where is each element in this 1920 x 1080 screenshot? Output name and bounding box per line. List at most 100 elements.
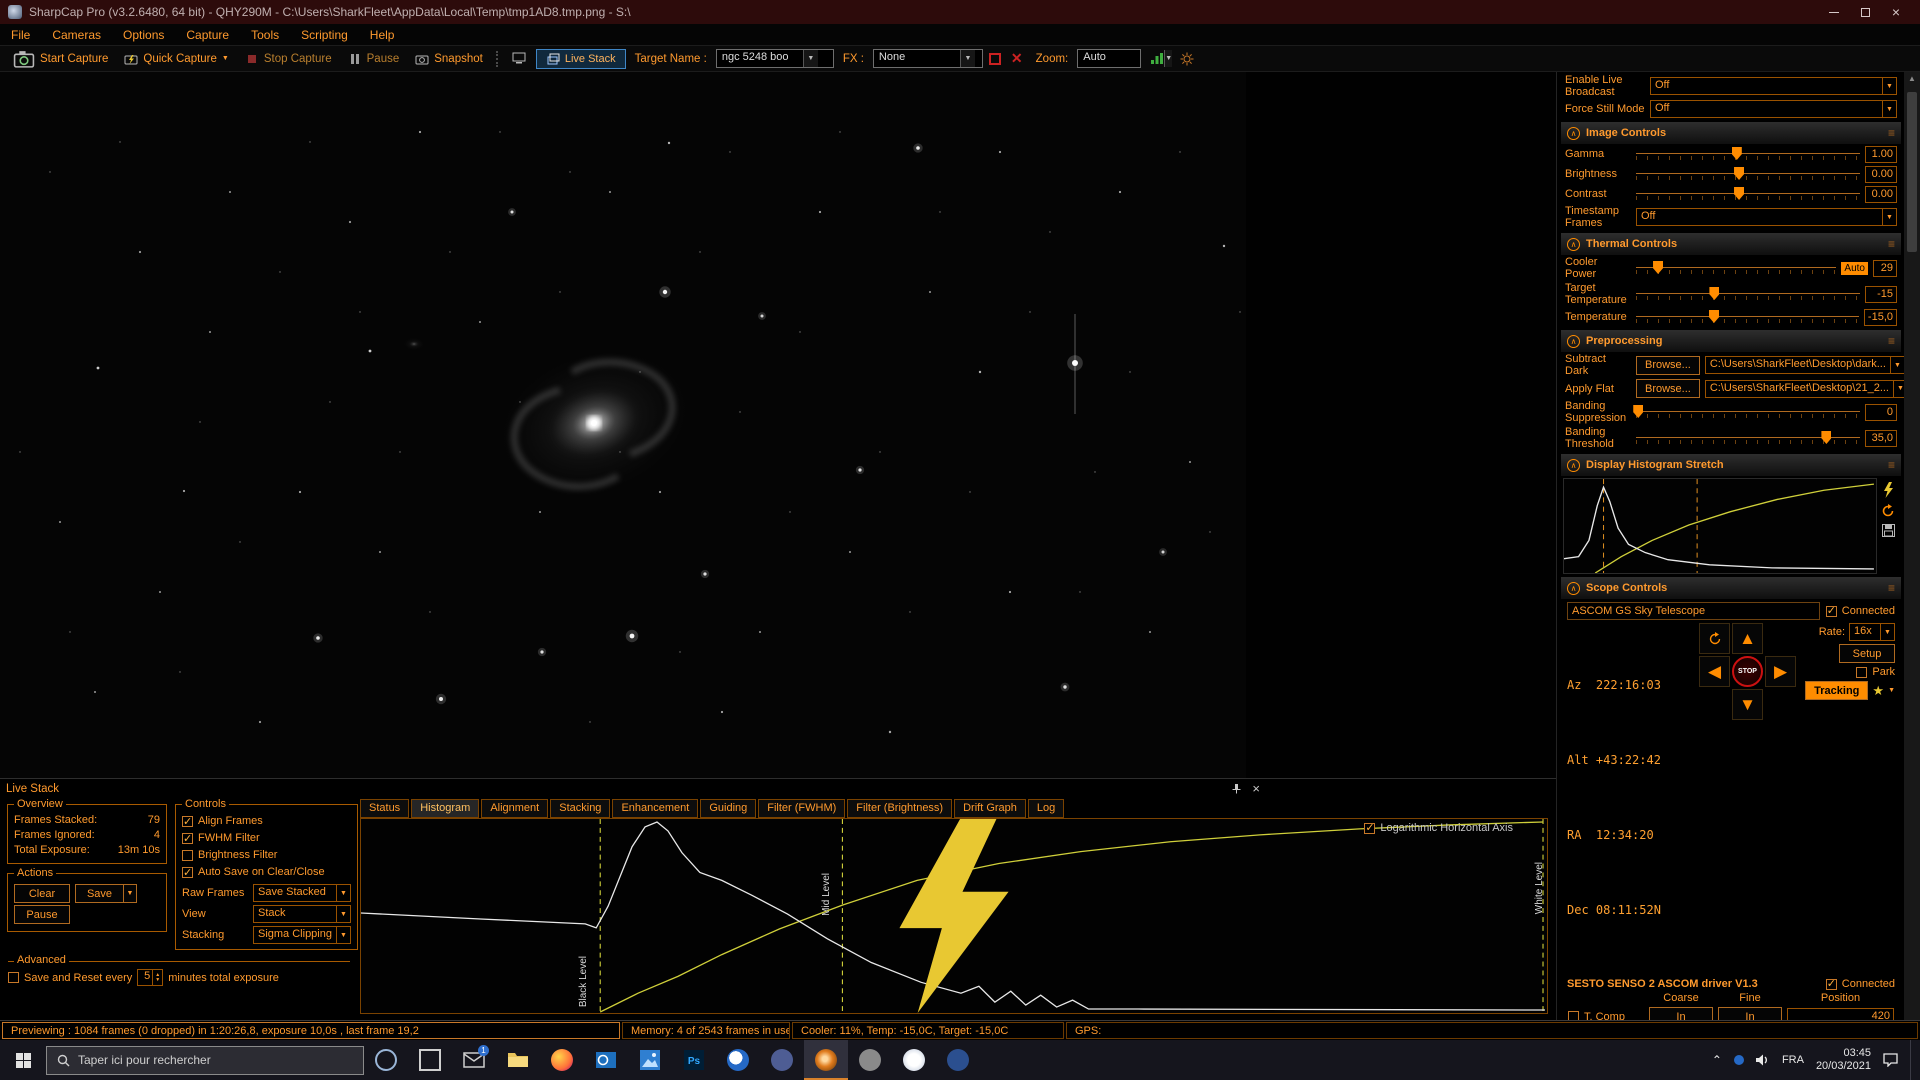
tab-filter-brightness[interactable]: Filter (Brightness): [847, 799, 952, 818]
slew-right-button[interactable]: ▶: [1765, 656, 1796, 687]
taskbar-app-sharpcap[interactable]: [804, 1040, 848, 1080]
collapse-icon[interactable]: ∧: [1567, 335, 1580, 348]
rate-select[interactable]: 16x▼: [1849, 623, 1895, 641]
brightness-slider[interactable]: [1636, 165, 1860, 183]
start-capture-button[interactable]: Start Capture: [6, 46, 115, 72]
taskbar-app-file-explorer[interactable]: [496, 1040, 540, 1080]
taskbar-app-stellarium[interactable]: [892, 1040, 936, 1080]
taskbar-app-vlc[interactable]: [848, 1040, 892, 1080]
target-temperature-value[interactable]: -15: [1865, 286, 1897, 303]
auto-save-checkbox[interactable]: Auto Save on Clear/Close: [182, 864, 351, 881]
pin-icon[interactable]: [1231, 783, 1242, 794]
action-center-icon[interactable]: [1883, 1053, 1898, 1067]
save-button[interactable]: Save ▼: [75, 884, 137, 903]
chevron-down-icon[interactable]: ▼: [1888, 687, 1895, 694]
tab-stacking[interactable]: Stacking: [550, 799, 610, 818]
collapse-icon[interactable]: ∧: [1567, 459, 1580, 472]
pause-stack-button[interactable]: Pause: [14, 905, 70, 924]
menu-cameras[interactable]: Cameras: [41, 28, 112, 42]
scrollbar-thumb[interactable]: [1907, 92, 1917, 252]
close-dock-icon[interactable]: ×: [1252, 784, 1260, 794]
scroll-up-icon[interactable]: ▲: [1908, 72, 1916, 86]
chevron-down-icon[interactable]: ▼: [803, 50, 818, 67]
subtract-dark-path-select[interactable]: C:\Users\SharkFleet\Desktop\dark...▼: [1705, 356, 1904, 374]
pause-button[interactable]: Pause: [341, 50, 407, 68]
goto-star-icon[interactable]: ★: [1872, 683, 1884, 699]
collapse-icon[interactable]: ∧: [1567, 127, 1580, 140]
snapshot-button[interactable]: Snapshot: [408, 50, 490, 68]
tab-histogram[interactable]: Histogram: [411, 799, 479, 818]
tab-log[interactable]: Log: [1028, 799, 1064, 818]
taskbar-clock[interactable]: 03:45 20/03/2021: [1816, 1047, 1871, 1073]
cooler-power-slider[interactable]: [1636, 259, 1836, 277]
display-histogram-stretch[interactable]: [1563, 478, 1899, 574]
maximize-button[interactable]: [1861, 8, 1870, 17]
gamma-slider[interactable]: [1636, 145, 1860, 163]
taskbar-app-discord[interactable]: [760, 1040, 804, 1080]
scope-controls-header[interactable]: ∧ Scope Controls ≡: [1561, 577, 1901, 599]
save-reset-checkbox[interactable]: [8, 972, 19, 983]
taskbar-app-photos[interactable]: [628, 1040, 672, 1080]
clear-selection-icon[interactable]: ✕: [1011, 50, 1023, 67]
section-menu-icon[interactable]: ≡: [1888, 334, 1895, 348]
image-controls-header[interactable]: ∧ Image Controls ≡: [1561, 122, 1901, 144]
minutes-stepper[interactable]: 5▲▼: [137, 969, 163, 986]
menu-tools[interactable]: Tools: [240, 28, 290, 42]
taskbar-search[interactable]: Taper ici pour rechercher: [46, 1046, 364, 1075]
collapse-icon[interactable]: ∧: [1567, 238, 1580, 251]
tab-alignment[interactable]: Alignment: [481, 799, 548, 818]
display-share-icon[interactable]: [505, 50, 534, 67]
slew-up-button[interactable]: ▲: [1732, 623, 1763, 654]
reset-stretch-icon[interactable]: [1881, 504, 1895, 518]
tray-expand-icon[interactable]: ⌃: [1712, 1053, 1722, 1067]
panel-scrollbar[interactable]: ▲ ▼: [1904, 72, 1920, 1040]
taskbar-app-blue[interactable]: [936, 1040, 980, 1080]
livestack-histogram[interactable]: Logarithmic Horizontal Axis Black Level …: [360, 818, 1548, 1014]
fx-select[interactable]: None▼: [873, 49, 983, 68]
tab-status[interactable]: Status: [360, 799, 409, 818]
auto-stretch-lightning-icon[interactable]: [361, 819, 1547, 1013]
contrast-slider[interactable]: [1636, 185, 1860, 203]
section-menu-icon[interactable]: ≡: [1888, 126, 1895, 140]
slew-stop-button[interactable]: STOP: [1732, 656, 1763, 687]
taskbar-app-teamviewer[interactable]: [716, 1040, 760, 1080]
scope-connected-checkbox[interactable]: Connected: [1826, 605, 1895, 617]
collapse-icon[interactable]: ∧: [1567, 582, 1580, 595]
quick-capture-button[interactable]: Quick Capture▼: [117, 50, 235, 68]
banding-threshold-slider[interactable]: [1636, 429, 1860, 447]
taskbar-app-outlook[interactable]: [584, 1040, 628, 1080]
task-view-button[interactable]: [408, 1040, 452, 1080]
section-menu-icon[interactable]: ≡: [1888, 458, 1895, 472]
zoom-select[interactable]: Auto▼: [1077, 49, 1141, 68]
taskbar-app-photoshop[interactable]: Ps: [672, 1040, 716, 1080]
thermal-controls-header[interactable]: ∧ Thermal Controls ≡: [1561, 233, 1901, 255]
volume-icon[interactable]: [1756, 1054, 1770, 1066]
meridian-flip-button[interactable]: [1699, 623, 1730, 654]
tray-app-icon[interactable]: [1734, 1055, 1744, 1065]
focuser-connected-checkbox[interactable]: Connected: [1826, 978, 1895, 990]
show-desktop-button[interactable]: [1910, 1040, 1916, 1080]
cooler-auto-badge[interactable]: Auto: [1841, 262, 1868, 275]
force-still-mode-select[interactable]: Off▼: [1650, 100, 1897, 118]
clear-button[interactable]: Clear: [14, 884, 70, 903]
menu-file[interactable]: File: [0, 28, 41, 42]
view-select[interactable]: Stack▼: [253, 905, 351, 923]
save-dropdown-icon[interactable]: ▼: [123, 884, 137, 903]
preprocessing-header[interactable]: ∧ Preprocessing ≡: [1561, 330, 1901, 352]
tab-drift-graph[interactable]: Drift Graph: [954, 799, 1026, 818]
minimize-button[interactable]: [1829, 12, 1839, 13]
save-stretch-icon[interactable]: [1882, 524, 1895, 537]
start-button[interactable]: [0, 1040, 46, 1080]
selection-area-icon[interactable]: [989, 53, 1001, 65]
display-histogram-header[interactable]: ∧ Display Histogram Stretch ≡: [1561, 454, 1901, 476]
auto-stretch-lightning-icon[interactable]: [1882, 482, 1895, 498]
timestamp-frames-select[interactable]: Off▼: [1636, 208, 1897, 226]
target-temperature-slider[interactable]: [1636, 285, 1860, 303]
section-menu-icon[interactable]: ≡: [1888, 237, 1895, 251]
stacking-select[interactable]: Sigma Clipping▼: [253, 926, 351, 944]
live-stack-button[interactable]: Live Stack: [536, 49, 626, 69]
stop-capture-button[interactable]: Stop Capture: [238, 50, 339, 68]
tab-filter-fwhm[interactable]: Filter (FWHM): [758, 799, 845, 818]
contrast-value[interactable]: 0.00: [1865, 186, 1897, 203]
tab-enhancement[interactable]: Enhancement: [612, 799, 698, 818]
